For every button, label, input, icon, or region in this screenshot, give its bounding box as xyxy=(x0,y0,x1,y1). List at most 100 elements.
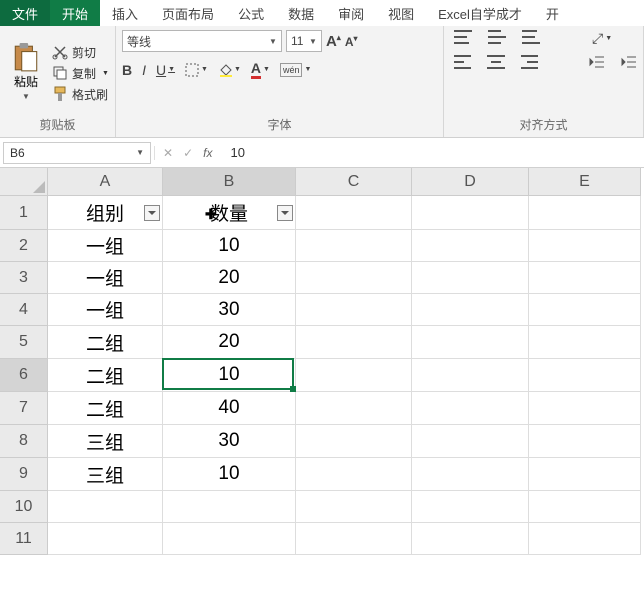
cell-B10[interactable] xyxy=(163,491,296,523)
cell-B9[interactable]: 10 xyxy=(163,458,296,491)
cell-B11[interactable] xyxy=(163,523,296,555)
tab-review[interactable]: 审阅 xyxy=(326,0,376,26)
cell-B4[interactable]: 30 xyxy=(163,294,296,326)
cell-E10[interactable] xyxy=(529,491,641,523)
filter-button[interactable] xyxy=(277,205,293,221)
cell-E11[interactable] xyxy=(529,523,641,555)
cell-D1[interactable] xyxy=(412,196,529,230)
column-header-D[interactable]: D xyxy=(412,168,529,196)
cell-E9[interactable] xyxy=(529,458,641,491)
align-bottom-button[interactable] xyxy=(522,30,540,44)
font-name-select[interactable]: 等线▼ xyxy=(122,30,282,52)
row-header-4[interactable]: 4 xyxy=(0,294,48,326)
cell-grid[interactable]: 组别数量一组10一组20一组30二组20二组10二组40三组30三组10✚ xyxy=(48,196,641,555)
align-right-button[interactable] xyxy=(521,55,538,69)
cell-A7[interactable]: 二组 xyxy=(48,392,163,425)
row-header-8[interactable]: 8 xyxy=(0,425,48,458)
tab-layout[interactable]: 页面布局 xyxy=(150,0,226,26)
cell-A11[interactable] xyxy=(48,523,163,555)
cell-C6[interactable] xyxy=(296,359,412,392)
cell-E2[interactable] xyxy=(529,230,641,262)
cell-A9[interactable]: 三组 xyxy=(48,458,163,491)
cell-D5[interactable] xyxy=(412,326,529,359)
underline-button[interactable]: U▼ xyxy=(156,62,175,78)
tab-home[interactable]: 开始 xyxy=(50,0,100,26)
name-box[interactable]: B6▼ xyxy=(3,142,151,164)
cell-C9[interactable] xyxy=(296,458,412,491)
orientation-button[interactable]: ⤢▼ xyxy=(592,30,612,47)
cell-E8[interactable] xyxy=(529,425,641,458)
phonetic-button[interactable]: wén▼ xyxy=(280,63,311,77)
filter-button[interactable] xyxy=(144,205,160,221)
column-header-A[interactable]: A xyxy=(48,168,163,196)
cell-A4[interactable]: 一组 xyxy=(48,294,163,326)
cell-E1[interactable] xyxy=(529,196,641,230)
cell-C2[interactable] xyxy=(296,230,412,262)
fx-icon[interactable]: fx xyxy=(203,146,212,160)
cell-D3[interactable] xyxy=(412,262,529,294)
row-header-5[interactable]: 5 xyxy=(0,326,48,359)
cell-B5[interactable]: 20 xyxy=(163,326,296,359)
cell-A3[interactable]: 一组 xyxy=(48,262,163,294)
cell-D7[interactable] xyxy=(412,392,529,425)
cell-C3[interactable] xyxy=(296,262,412,294)
increase-font-icon[interactable]: A▴ xyxy=(326,33,341,50)
cell-D2[interactable] xyxy=(412,230,529,262)
tab-view[interactable]: 视图 xyxy=(376,0,426,26)
row-header-7[interactable]: 7 xyxy=(0,392,48,425)
tab-insert[interactable]: 插入 xyxy=(100,0,150,26)
cell-B2[interactable]: 10 xyxy=(163,230,296,262)
cell-C8[interactable] xyxy=(296,425,412,458)
font-size-select[interactable]: 11▼ xyxy=(286,30,322,52)
row-header-2[interactable]: 2 xyxy=(0,230,48,262)
column-header-C[interactable]: C xyxy=(296,168,412,196)
cell-D4[interactable] xyxy=(412,294,529,326)
decrease-font-icon[interactable]: A▾ xyxy=(345,34,358,49)
cell-D6[interactable] xyxy=(412,359,529,392)
cell-B6[interactable]: 10 xyxy=(163,359,296,392)
column-header-E[interactable]: E xyxy=(529,168,641,196)
column-header-B[interactable]: B xyxy=(163,168,296,196)
tab-more[interactable]: 开 xyxy=(534,0,571,26)
row-header-1[interactable]: 1 xyxy=(0,196,48,230)
tab-custom[interactable]: Excel自学成才 xyxy=(426,0,534,26)
border-button[interactable]: ▼ xyxy=(185,63,208,77)
cell-B3[interactable]: 20 xyxy=(163,262,296,294)
cell-D9[interactable] xyxy=(412,458,529,491)
align-top-button[interactable] xyxy=(454,30,472,44)
select-all-corner[interactable] xyxy=(0,168,48,196)
cell-E7[interactable] xyxy=(529,392,641,425)
cell-C11[interactable] xyxy=(296,523,412,555)
cancel-formula-icon[interactable]: ✕ xyxy=(163,146,173,160)
font-color-button[interactable]: A▼ xyxy=(251,60,270,79)
row-header-3[interactable]: 3 xyxy=(0,262,48,294)
align-middle-button[interactable] xyxy=(488,30,506,44)
cell-C4[interactable] xyxy=(296,294,412,326)
cell-C10[interactable] xyxy=(296,491,412,523)
row-header-6[interactable]: 6 xyxy=(0,359,48,392)
cut-button[interactable]: 剪切 xyxy=(52,44,109,61)
cell-E4[interactable] xyxy=(529,294,641,326)
cell-B8[interactable]: 30 xyxy=(163,425,296,458)
cell-E3[interactable] xyxy=(529,262,641,294)
row-header-10[interactable]: 10 xyxy=(0,491,48,523)
cell-C1[interactable] xyxy=(296,196,412,230)
cell-A1[interactable]: 组别 xyxy=(48,196,163,230)
accept-formula-icon[interactable]: ✓ xyxy=(183,146,193,160)
fill-color-button[interactable]: ▼ xyxy=(218,63,241,77)
italic-button[interactable]: I xyxy=(142,62,146,78)
cell-A5[interactable]: 二组 xyxy=(48,326,163,359)
cell-D8[interactable] xyxy=(412,425,529,458)
format-painter-button[interactable]: 格式刷 xyxy=(52,86,109,103)
cell-A10[interactable] xyxy=(48,491,163,523)
cell-E6[interactable] xyxy=(529,359,641,392)
cell-A8[interactable]: 三组 xyxy=(48,425,163,458)
align-center-button[interactable] xyxy=(487,55,504,69)
cell-B1[interactable]: 数量 xyxy=(163,196,296,230)
cell-A6[interactable]: 二组 xyxy=(48,359,163,392)
cell-A2[interactable]: 一组 xyxy=(48,230,163,262)
tab-formula[interactable]: 公式 xyxy=(226,0,276,26)
cell-E5[interactable] xyxy=(529,326,641,359)
row-header-11[interactable]: 11 xyxy=(0,523,48,555)
decrease-indent-button[interactable] xyxy=(589,55,605,69)
